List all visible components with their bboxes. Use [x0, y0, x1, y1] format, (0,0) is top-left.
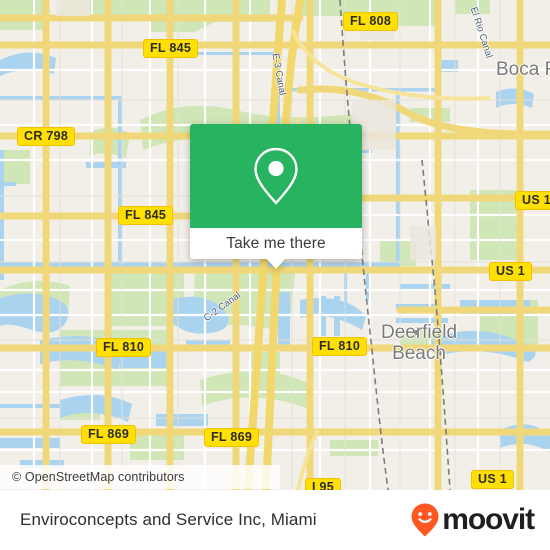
moovit-smiley-pin-icon [411, 503, 439, 537]
road-shield: FL 869 [204, 428, 260, 447]
road-shield: US 1 [471, 470, 514, 489]
road-shield: FL 810 [312, 337, 368, 356]
road-shield: FL 845 [118, 206, 174, 225]
road-shield: CR 798 [17, 127, 76, 146]
place-label-boca-raton: Boca R [496, 59, 550, 80]
take-me-there-label: Take me there [226, 234, 326, 252]
map-pin-icon [254, 147, 298, 205]
moovit-wordmark: moovit [442, 503, 535, 536]
attribution-text: © OpenStreetMap contributors [12, 470, 185, 484]
road-shield: FL 808 [343, 12, 399, 31]
road-shield: FL 869 [81, 425, 137, 444]
page-title: Enviroconcepts and Service Inc, Miami [20, 510, 317, 529]
place-label-deerfield-beach: Deerfield Beach [380, 322, 458, 364]
map-attribution[interactable]: © OpenStreetMap contributors [0, 465, 280, 489]
road-shield: US 1 [515, 191, 550, 210]
popup-tail [266, 258, 286, 269]
popup-marker-panel [190, 124, 362, 228]
footer-bar: Enviroconcepts and Service Inc, Miami mo… [0, 490, 550, 550]
location-popup-card[interactable]: Take me there [190, 124, 362, 269]
road-shield: I 95 [305, 478, 342, 490]
place-marker-dot [414, 330, 419, 335]
road-shield: FL 810 [96, 338, 152, 357]
road-shield: US 1 [489, 262, 532, 281]
take-me-there-button[interactable]: Take me there [190, 228, 362, 269]
moovit-logo[interactable]: moovit [410, 502, 535, 538]
road-shield: FL 845 [143, 39, 199, 58]
map-screenshot: FL 845 FL 808 CR 798 FL 845 US 1 US 1 FL… [0, 0, 550, 550]
